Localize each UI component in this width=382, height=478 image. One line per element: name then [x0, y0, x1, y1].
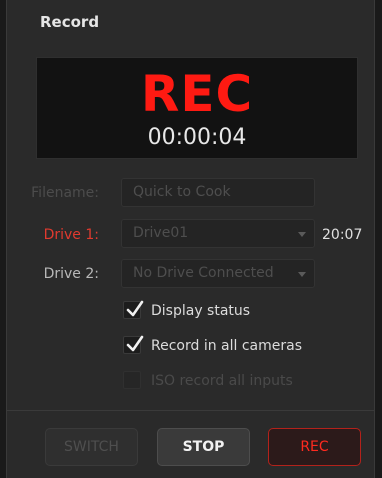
filename-input: Quick to Cook	[121, 178, 315, 207]
rec-indicator: REC	[140, 65, 254, 123]
record-panel: Record REC 00:00:04 Filename: Quick to C…	[6, 0, 375, 478]
record-timecode: 00:00:04	[147, 125, 247, 150]
filename-label: Filename:	[31, 185, 99, 201]
drive2-select: No Drive Connected	[121, 259, 315, 288]
chevron-down-icon	[298, 272, 306, 277]
drive1-select: Drive01	[121, 219, 315, 248]
iso-record-label: ISO record all inputs	[151, 373, 293, 389]
divider	[7, 410, 374, 411]
record-status-display: REC 00:00:04	[36, 57, 358, 159]
drive1-remaining-time: 20:07	[322, 227, 363, 243]
drive1-label: Drive 1:	[43, 227, 99, 243]
chevron-down-icon	[298, 232, 306, 237]
display-status-label: Display status	[151, 303, 251, 319]
stop-button[interactable]: STOP	[157, 428, 250, 466]
drive2-label: Drive 2:	[43, 266, 99, 282]
rec-button[interactable]: REC	[268, 428, 361, 466]
drive2-value: No Drive Connected	[133, 265, 274, 281]
iso-record-checkbox	[123, 371, 141, 389]
record-all-cameras-label: Record in all cameras	[151, 338, 302, 354]
checkmark-icon	[126, 335, 144, 352]
record-all-cameras-checkbox[interactable]	[123, 335, 144, 354]
switch-button: SWITCH	[45, 428, 138, 466]
display-status-checkbox[interactable]	[123, 300, 144, 319]
panel-title: Record	[40, 13, 100, 31]
checkmark-icon	[126, 300, 144, 317]
drive1-value: Drive01	[133, 225, 189, 241]
